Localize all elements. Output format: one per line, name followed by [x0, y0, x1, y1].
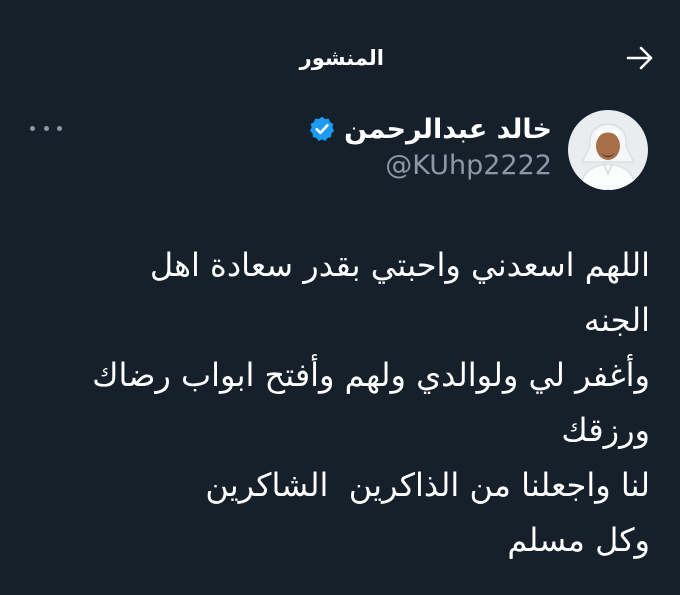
more-horizontal-icon-dot — [30, 125, 35, 131]
tweet-text-line: لنا واجعلنا من الذاكرين الشاكرين — [205, 466, 650, 504]
author-name[interactable]: خالد عبدالرحمن — [344, 114, 552, 145]
user-avatar-icon — [568, 110, 648, 190]
author-name-row: خالد عبدالرحمن — [308, 110, 552, 148]
more-horizontal-icon-dot — [57, 125, 62, 131]
tweet-text-line: ورزقك — [561, 411, 650, 449]
verified-badge-icon[interactable] — [308, 115, 336, 143]
author-handle[interactable]: @KUhp2222 — [385, 150, 552, 181]
tweet-text-line: وأغفر لي ولوالدي ولهم وأفتح ابواب رضاك — [92, 356, 650, 394]
arrow-right-icon — [626, 46, 653, 70]
tweet-text-line: وكل مسلم — [507, 521, 650, 559]
more-options-button[interactable] — [30, 116, 62, 140]
tweet-text-line: اللهم اسعدني واحبتي بقدر سعادة اهل — [149, 246, 650, 284]
tweet-text: اللهم اسعدني واحبتي بقدر سعادة اهل الجنه… — [22, 238, 650, 568]
tweet-text-line: الجنه — [583, 301, 650, 339]
top-bar: المنشور — [0, 0, 680, 108]
avatar[interactable] — [568, 110, 648, 190]
more-horizontal-icon-dot — [43, 125, 49, 131]
page-title: المنشور — [299, 46, 384, 70]
back-button[interactable] — [622, 40, 658, 76]
